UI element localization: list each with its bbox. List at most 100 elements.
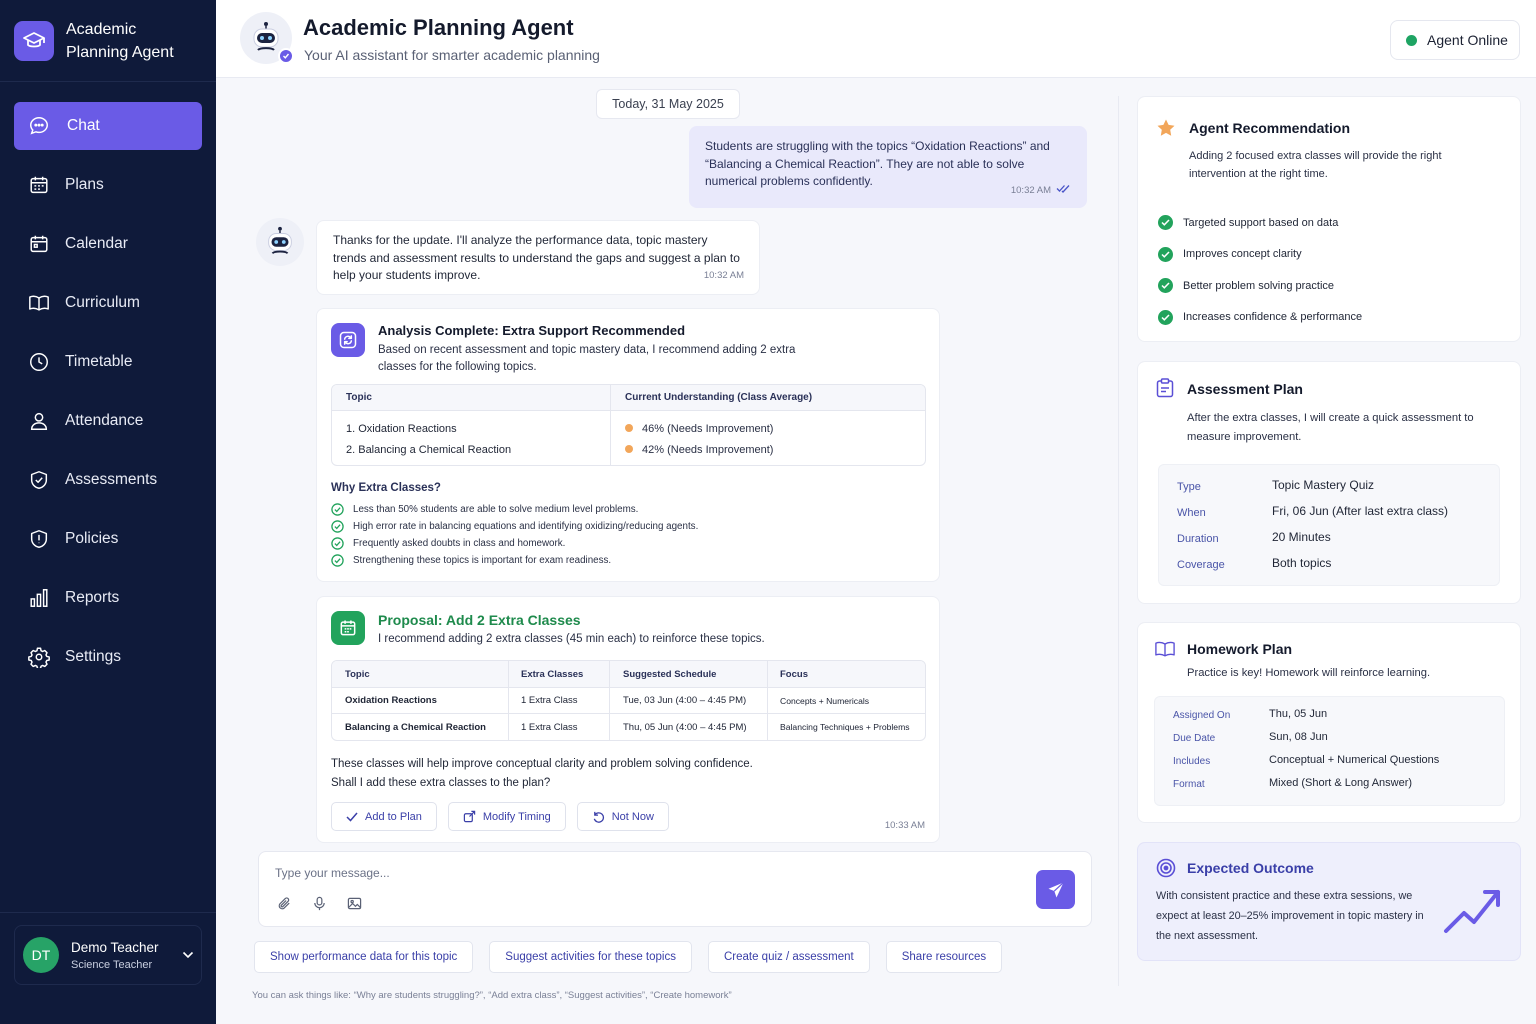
sidebar-item-label: Reports <box>65 589 120 606</box>
sidebar-item-calendar[interactable]: Calendar <box>14 220 202 268</box>
page-subtitle: Your AI assistant for smarter academic p… <box>304 47 600 63</box>
button-label: Modify Timing <box>482 810 551 823</box>
expected-outcome-card: Expected Outcome With consistent practic… <box>1137 842 1521 961</box>
sidebar-item-label: Calendar <box>65 235 128 252</box>
pct-value: 46% <box>642 423 665 435</box>
user-icon <box>28 410 50 432</box>
sidebar-item-curriculum[interactable]: Curriculum <box>14 279 202 327</box>
list-item-text: Strengthening these topics is important … <box>353 555 612 566</box>
detail-key: Duration <box>1177 533 1219 545</box>
list-item-text: Less than 50% students are able to solve… <box>353 504 639 515</box>
check-circle-icon <box>331 554 344 567</box>
sidebar-item-timetable[interactable]: Timetable <box>14 338 202 386</box>
why-title: Why Extra Classes? <box>331 482 441 494</box>
sidebar-item-plans[interactable]: Plans <box>14 161 202 209</box>
composer-tools <box>277 896 362 916</box>
refresh-analysis-icon <box>331 323 365 357</box>
bar-chart-icon <box>28 587 50 609</box>
detail-value: Fri, 06 Jun (After last extra class) <box>1272 504 1449 518</box>
table-cell: 1 Extra Class <box>509 688 610 713</box>
robot-avatar-icon <box>256 218 304 266</box>
list-item-text: Improves concept clarity <box>1183 248 1302 261</box>
suggestion-chip[interactable]: Suggest activities for these topics <box>489 941 692 973</box>
bot-message-text: Thanks for the update. I'll analyze the … <box>333 233 740 282</box>
check-circle-icon <box>1158 309 1173 325</box>
user-name: Demo Teacher <box>71 939 159 955</box>
detail-key: Coverage <box>1177 559 1225 571</box>
sidebar-item-label: Assessments <box>65 471 158 488</box>
message-time: 10:32 AM <box>1011 182 1071 200</box>
send-icon <box>1048 881 1064 897</box>
suggestion-chip[interactable]: Show performance data for this topic <box>254 941 474 973</box>
table-cell: Concepts + Numericals <box>780 695 870 706</box>
add-to-plan-button[interactable]: Add to Plan <box>331 802 437 831</box>
calendar-icon <box>28 233 50 255</box>
list-item-text: Better problem solving practice <box>1183 279 1335 292</box>
modify-timing-button[interactable]: Modify Timing <box>447 802 566 831</box>
online-dot-icon <box>1406 34 1417 46</box>
brand: Academic Planning Agent <box>0 0 216 82</box>
suggestion-chip[interactable]: Share resources <box>885 941 1003 973</box>
proposal-text-2: Shall I add these extra classes to the p… <box>331 777 551 789</box>
sidebar-item-assessments[interactable]: Assessments <box>14 456 202 504</box>
proposal-question: These classes will help improve conceptu… <box>331 755 753 793</box>
open-book-icon <box>1155 640 1175 663</box>
sidebar-item-policies[interactable]: Policies <box>14 515 202 563</box>
header: Academic Planning Agent Your AI assistan… <box>216 0 1536 78</box>
table-cell: 46% (Needs Improvement) <box>625 419 773 440</box>
proposal-title: Proposal: Add 2 Extra Classes <box>378 612 581 628</box>
clock-icon <box>28 351 50 373</box>
agent-recommendation-card: Agent Recommendation Adding 2 focused ex… <box>1137 96 1521 342</box>
table-cell: Tue, 03 Jun (4:00 – 4:45 PM) <box>610 688 768 713</box>
calendar-plus-icon <box>331 611 365 645</box>
detail-row: When Fri, 06 Jun (After last extra class) <box>1177 504 1499 530</box>
table-header: Topic Extra Classes Suggested Schedule F… <box>332 661 925 688</box>
gear-icon <box>28 646 50 668</box>
table-header: Topic Current Understanding (Class Avera… <box>332 385 925 411</box>
bot-message: Thanks for the update. I'll analyze the … <box>316 220 760 295</box>
agent-status-badge: Agent Online <box>1390 20 1520 60</box>
pct-value: 42% <box>642 444 665 456</box>
user-message: Students are struggling with the topics … <box>689 126 1087 208</box>
topic-column: 1. Oxidation Reactions 2. Balancing a Ch… <box>332 411 611 465</box>
check-circle-icon <box>1158 246 1173 262</box>
image-icon[interactable] <box>347 896 362 916</box>
send-button[interactable] <box>1036 870 1075 909</box>
paperclip-icon[interactable] <box>277 896 292 916</box>
sidebar-item-chat[interactable]: Chat <box>14 102 202 150</box>
warning-dot-icon <box>625 445 633 453</box>
outcome-desc: With consistent practice and these extra… <box>1156 890 1424 942</box>
chat-icon <box>28 115 50 137</box>
detail-value: Both topics <box>1272 556 1332 570</box>
button-label: Add to Plan <box>365 810 422 823</box>
warning-dot-icon <box>625 424 633 432</box>
why-list: Less than 50% students are able to solve… <box>331 501 698 569</box>
not-now-button[interactable]: Not Now <box>576 802 669 831</box>
suggestion-chip[interactable]: Create quiz / assessment <box>707 941 870 973</box>
detail-row: Type Topic Mastery Quiz <box>1177 478 1499 504</box>
message-input[interactable]: Type your message... <box>275 866 390 880</box>
chat-panel: Today, 31 May 2025 Students are struggli… <box>216 78 1118 1024</box>
sidebar-item-reports[interactable]: Reports <box>14 574 202 622</box>
assessment-plan-card: Assessment Plan After the extra classes,… <box>1137 361 1521 604</box>
detail-value: Sun, 08 Jun <box>1269 731 1328 743</box>
list-item-text: Increases confidence & performance <box>1183 311 1363 324</box>
check-circle-icon <box>1158 278 1173 294</box>
proposal-time: 10:33 AM <box>884 820 925 831</box>
detail-row: Assigned On Thu, 05 Jun <box>1173 708 1504 731</box>
user-menu[interactable]: DT Demo Teacher Science Teacher <box>14 925 202 985</box>
check-circle-icon <box>331 520 344 533</box>
microphone-icon[interactable] <box>312 896 327 916</box>
column-header: Focus <box>780 668 808 680</box>
list-item: Improves concept clarity <box>1158 239 1362 271</box>
detail-row: Duration 20 Minutes <box>1177 530 1499 556</box>
list-item: Frequently asked doubts in class and hom… <box>331 535 698 552</box>
chevron-down-icon[interactable] <box>175 951 201 959</box>
sidebar-item-settings[interactable]: Settings <box>14 633 202 681</box>
understanding-column: 46% (Needs Improvement) 42% (Needs Impro… <box>611 411 773 465</box>
graduation-cap-icon <box>14 20 54 61</box>
detail-value: Mixed (Short & Long Answer) <box>1269 777 1413 789</box>
detail-row: Coverage Both topics <box>1177 556 1499 582</box>
clipboard-icon <box>1156 378 1174 403</box>
sidebar-item-attendance[interactable]: Attendance <box>14 397 202 445</box>
